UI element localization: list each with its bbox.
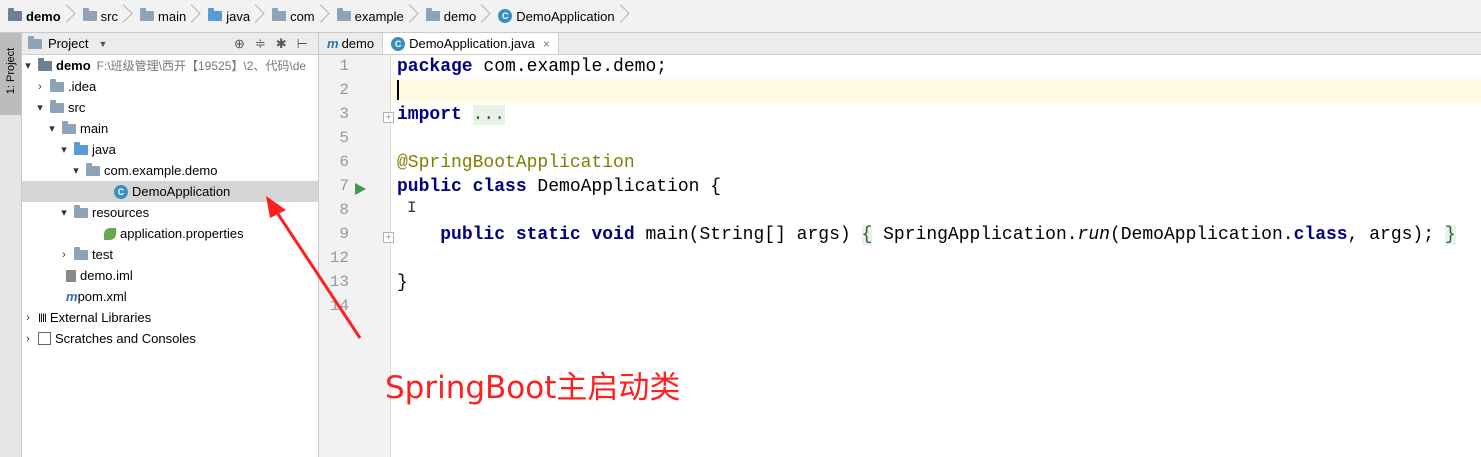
annotation-arrow <box>266 196 362 339</box>
annotation-arrow-shaft <box>270 204 362 339</box>
annotation-arrow-head <box>266 196 286 218</box>
annotation-text: SpringBoot主启动类 <box>385 370 681 406</box>
